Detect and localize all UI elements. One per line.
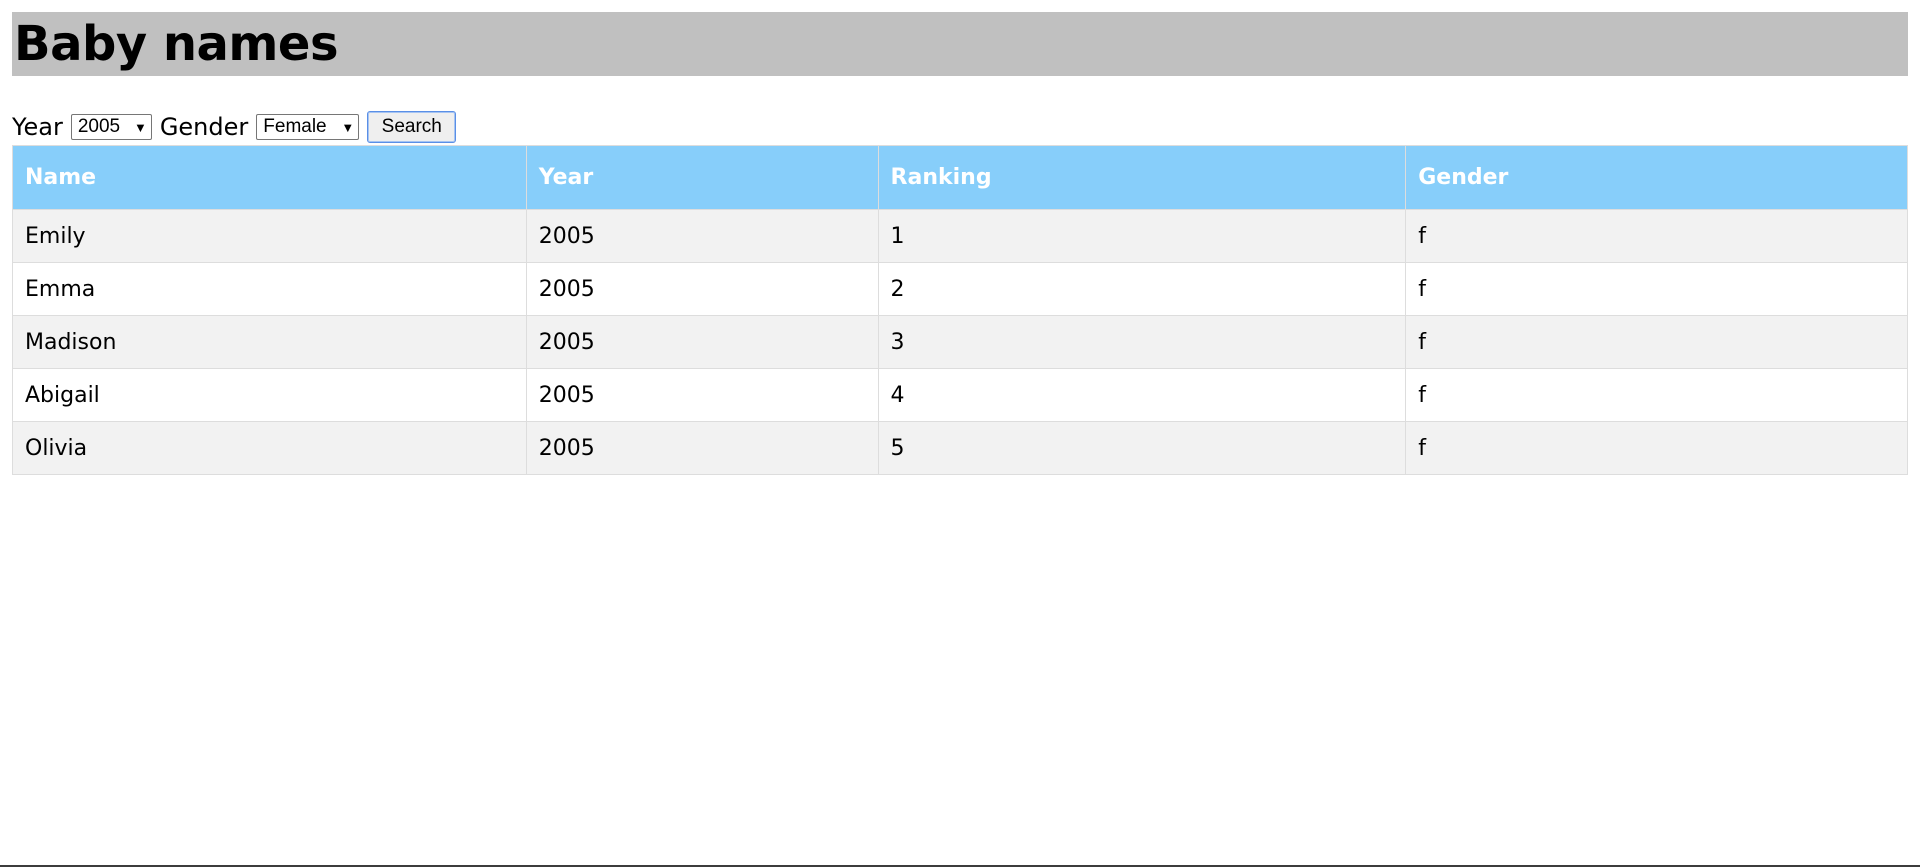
cell-year: 2005 — [525, 262, 879, 316]
gender-select-value: Female — [263, 116, 327, 137]
table-row: Olivia 2005 5 f — [12, 421, 1908, 475]
search-button[interactable]: Search — [367, 111, 457, 143]
column-header-gender[interactable]: Gender — [1405, 145, 1908, 210]
cell-name: Madison — [12, 315, 527, 369]
table-row: Emily 2005 1 f — [12, 209, 1908, 263]
baby-names-table: Name Year Ranking Gender Emily 2005 1 f … — [12, 145, 1908, 475]
chevron-down-icon: ▼ — [341, 119, 355, 135]
gender-label: Gender — [159, 113, 249, 141]
column-header-year[interactable]: Year — [525, 145, 879, 210]
cell-year: 2005 — [525, 368, 879, 422]
cell-name: Olivia — [12, 421, 527, 475]
cell-year: 2005 — [525, 209, 879, 263]
table-header-row: Name Year Ranking Gender — [12, 145, 1908, 210]
cell-gender: f — [1405, 368, 1908, 422]
cell-gender: f — [1405, 421, 1908, 475]
page: Baby names Year 2005 ▼ Gender Female ▼ S… — [0, 0, 1920, 867]
year-select[interactable]: 2005 ▼ — [70, 114, 152, 140]
filter-bar: Year 2005 ▼ Gender Female ▼ Search — [12, 110, 1908, 144]
table-row: Emma 2005 2 f — [12, 262, 1908, 316]
cell-name: Abigail — [12, 368, 527, 422]
cell-gender: f — [1405, 315, 1908, 369]
column-header-name[interactable]: Name — [12, 145, 527, 210]
page-title: Baby names — [14, 16, 339, 72]
cell-name: Emma — [12, 262, 527, 316]
cell-ranking: 2 — [877, 262, 1407, 316]
cell-gender: f — [1405, 262, 1908, 316]
cell-year: 2005 — [525, 421, 879, 475]
cell-ranking: 5 — [877, 421, 1407, 475]
year-label: Year — [12, 113, 63, 141]
gender-select[interactable]: Female ▼ — [256, 114, 360, 140]
year-select-value: 2005 — [77, 116, 121, 137]
column-header-ranking[interactable]: Ranking — [877, 145, 1407, 210]
chevron-down-icon: ▼ — [133, 119, 147, 135]
cell-name: Emily — [12, 209, 527, 263]
cell-ranking: 4 — [877, 368, 1407, 422]
title-bar: Baby names — [12, 12, 1908, 76]
cell-year: 2005 — [525, 315, 879, 369]
cell-ranking: 1 — [877, 209, 1407, 263]
table-row: Madison 2005 3 f — [12, 315, 1908, 369]
cell-gender: f — [1405, 209, 1908, 263]
table-row: Abigail 2005 4 f — [12, 368, 1908, 422]
cell-ranking: 3 — [877, 315, 1407, 369]
